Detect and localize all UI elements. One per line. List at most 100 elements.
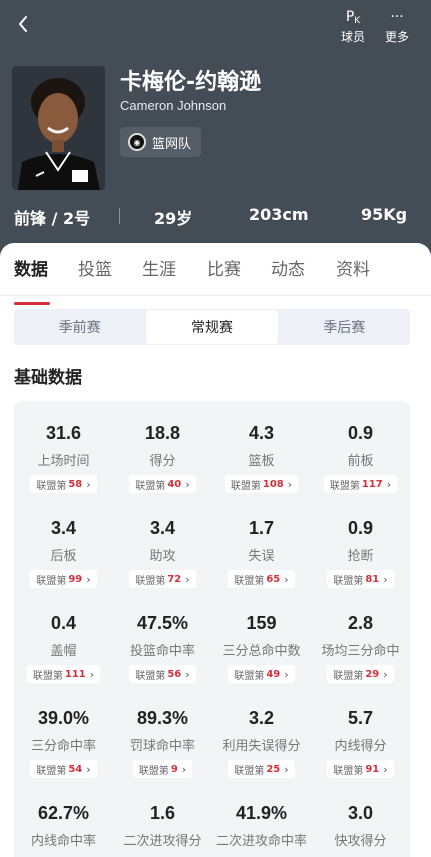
rank-prefix: 联盟第 [230, 480, 261, 492]
tab-bar: 数据 投篮 生涯 比赛 动态 资料 [0, 255, 431, 305]
player-name: 卡梅伦-约翰逊 [120, 70, 262, 95]
stat-value: 2.8 [347, 613, 374, 633]
active-tab-indicator [14, 302, 50, 305]
chevron-right-icon: › [284, 762, 289, 776]
league-rank-badge[interactable]: 联盟第 58 › [30, 475, 97, 493]
stat-label: 利用失误得分 [222, 739, 301, 754]
league-rank-badge[interactable]: 联盟第 54 › [30, 760, 97, 778]
league-rank-badge[interactable]: 联盟第 81 › [327, 570, 394, 588]
rank-prefix: 联盟第 [333, 765, 364, 777]
season-type-switch: 季前赛 常规赛 季后赛 [14, 309, 410, 345]
rank-prefix: 联盟第 [333, 575, 364, 587]
league-rank-badge[interactable]: 联盟第 56 › [129, 665, 196, 683]
league-rank-badge[interactable]: 联盟第 99 › [30, 570, 97, 588]
stat-value: 41.9% [235, 803, 288, 823]
chevron-right-icon: › [284, 572, 289, 586]
stat-value: 1.6 [149, 803, 176, 823]
rank-prefix: 联盟第 [138, 765, 169, 777]
rank-number: 25 [266, 763, 281, 775]
stat-label: 投篮命中率 [129, 644, 195, 659]
rank-number: 91 [365, 763, 380, 775]
stat-item: 31.6 上场时间 联盟第 58 › [14, 423, 113, 493]
tab-news[interactable]: 动态 [271, 255, 305, 280]
tab-data[interactable]: 数据 [14, 255, 48, 280]
more-button[interactable]: ··· 更多 [377, 6, 417, 45]
stat-label: 内线命中率 [30, 834, 96, 849]
rank-prefix: 联盟第 [36, 575, 67, 587]
season-type-playoffs[interactable]: 季后赛 [279, 309, 410, 345]
stat-value: 4.3 [248, 423, 275, 443]
pk-player-button[interactable]: PK 球员 [333, 6, 373, 45]
rank-number: 99 [68, 573, 83, 585]
rank-prefix: 联盟第 [234, 575, 265, 587]
stat-value: 5.7 [347, 708, 374, 728]
stat-value: 62.7% [37, 803, 90, 823]
stat-item: 0.4 盖帽联盟第 111 › [14, 613, 113, 683]
league-rank-badge[interactable]: 联盟第 91 › [327, 760, 394, 778]
stat-item: 0.9 抢断 联盟第 81 › [311, 518, 410, 588]
stat-value: 31.6 [45, 423, 82, 443]
stat-value: 18.8 [144, 423, 181, 443]
stat-value: 0.9 [347, 518, 374, 538]
stat-label: 盖帽 [50, 644, 77, 659]
tab-shooting[interactable]: 投篮 [78, 255, 112, 280]
rank-number: 29 [365, 668, 380, 680]
league-rank-badge[interactable]: 联盟第 29 › [327, 665, 394, 683]
season-type-regular[interactable]: 常规赛 [146, 310, 278, 344]
rank-prefix: 联盟第 [135, 670, 166, 682]
rank-prefix: 联盟第 [135, 575, 166, 587]
chevron-right-icon: › [383, 572, 388, 586]
league-rank-badge[interactable]: 联盟第 25 › [228, 760, 295, 778]
stat-item: 3.2 利用失误得分 联盟第 25 › [212, 708, 311, 778]
stat-item: 2.8 场均三分命中 联盟第 29 › [311, 613, 410, 683]
chevron-right-icon: › [383, 667, 388, 681]
stat-label: 助攻 [149, 549, 176, 564]
stat-value: 89.3% [136, 708, 189, 728]
tab-profile[interactable]: 资料 [336, 255, 370, 280]
back-arrow-icon [19, 16, 27, 32]
stat-label: 失误 [248, 549, 275, 564]
stat-item: 3.4 助攻联盟第 72 › [113, 518, 212, 588]
league-rank-badge[interactable]: 联盟第 40 › [129, 475, 196, 493]
rank-prefix: 联盟第 [36, 765, 67, 777]
rank-number: 58 [68, 478, 83, 490]
rank-prefix: 联盟第 [234, 765, 265, 777]
content-sheet: 数据 投篮 生涯 比赛 动态 资料 季前赛 常规赛 季后赛 基础数据 31.6 上… [0, 243, 431, 857]
rank-number: 56 [167, 668, 182, 680]
chevron-right-icon: › [185, 477, 190, 491]
rank-number: 9 [170, 763, 178, 775]
league-rank-badge[interactable]: 联盟第 65 › [228, 570, 295, 588]
season-type-preseason[interactable]: 季前赛 [14, 309, 145, 345]
chevron-right-icon: › [89, 667, 95, 681]
rank-number: 40 [167, 478, 182, 490]
league-rank-badge[interactable]: 联盟第 111 › [26, 665, 101, 683]
stat-item: 4.3 篮板 联盟第 108 › [212, 423, 311, 493]
stat-value: 3.0 [347, 803, 374, 823]
tab-career[interactable]: 生涯 [142, 255, 176, 280]
back-button[interactable] [12, 10, 36, 38]
league-rank-badge[interactable]: 联盟第 49 › [228, 665, 295, 683]
tab-games[interactable]: 比赛 [207, 255, 241, 280]
chevron-right-icon: › [287, 477, 293, 491]
stat-label: 内线得分 [334, 739, 387, 754]
stat-value: 3.4 [149, 518, 176, 538]
stat-item: 47.5% 投篮命中率 联盟第 56 › [113, 613, 212, 683]
stat-label: 二次进攻得分 [123, 834, 202, 849]
player-weight: 95Kg [361, 205, 408, 224]
league-rank-badge[interactable]: 联盟第 117 › [323, 475, 398, 493]
league-rank-badge[interactable]: 联盟第 72 › [129, 570, 196, 588]
rank-prefix: 联盟第 [135, 480, 166, 492]
tabs-divider [0, 295, 431, 296]
league-rank-badge[interactable]: 联盟第 9 › [132, 760, 193, 778]
team-chip[interactable]: ◉ 篮网队 [120, 127, 202, 157]
rank-number: 108 [262, 478, 284, 490]
chevron-right-icon: › [386, 477, 392, 491]
league-rank-badge[interactable]: 联盟第 108 › [224, 475, 299, 493]
rank-prefix: 联盟第 [234, 670, 265, 682]
stat-value: 159 [246, 613, 277, 633]
more-dots-icon: ··· [390, 9, 404, 25]
stat-value: 0.4 [50, 613, 77, 633]
stat-value: 1.7 [248, 518, 275, 538]
rank-number: 65 [266, 573, 281, 585]
player-age: 29岁 [154, 209, 193, 228]
